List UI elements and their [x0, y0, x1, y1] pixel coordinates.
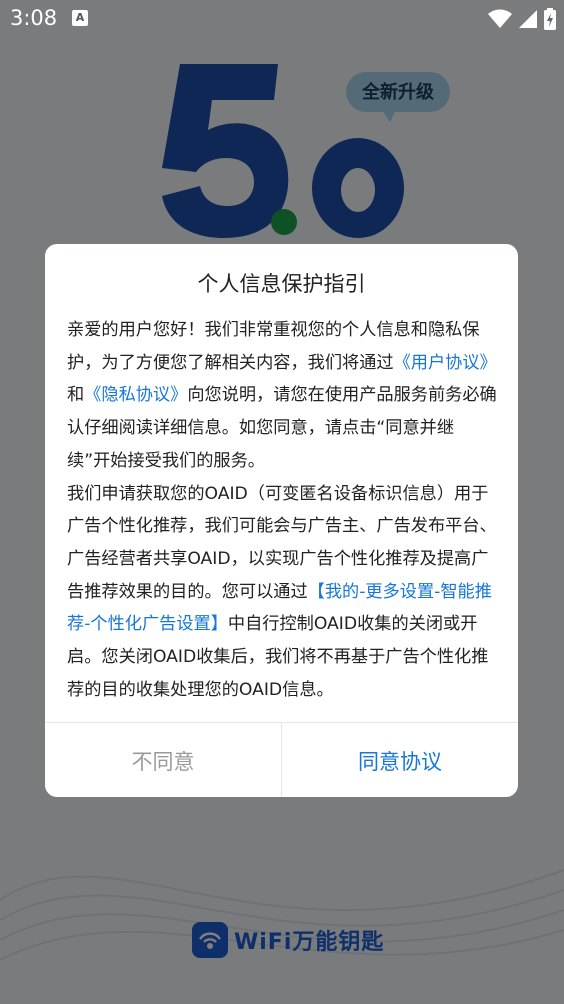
user-agreement-link[interactable]: 《用户协议》 [394, 353, 497, 373]
wifi-icon [488, 9, 512, 28]
dialog-content[interactable]: 亲爱的用户您好！我们非常重视您的个人信息和隐私保护，为了方便您了解相关内容，我们… [67, 314, 497, 720]
dialog-actions: 不同意 同意协议 [45, 722, 518, 797]
cellular-signal-icon [519, 10, 537, 28]
status-bar: 3:08 A [0, 0, 564, 38]
agree-button[interactable]: 同意协议 [282, 723, 518, 797]
dialog-title: 个人信息保护指引 [197, 272, 366, 296]
privacy-dialog: 个人信息保护指引 亲爱的用户您好！我们非常重视您的个人信息和隐私保护，为了方便您… [45, 244, 518, 797]
privacy-agreement-link[interactable]: 《隐私协议》 [84, 385, 187, 405]
and-text: 和 [67, 385, 85, 406]
intro-paragraph: 亲爱的用户您好！我们非常重视您的个人信息和隐私保护，为了方便您了解相关内容，我们… [67, 314, 497, 478]
disagree-button[interactable]: 不同意 [45, 723, 282, 797]
battery-charging-icon [544, 8, 556, 30]
notification-a-icon: A [72, 10, 88, 26]
status-icons [488, 8, 556, 30]
status-time: 3:08 [10, 6, 58, 30]
oaid-paragraph: 我们申请获取您的OAID（可变匿名设备标识信息）用于广告个性化推荐，我们可能会与… [67, 478, 497, 707]
